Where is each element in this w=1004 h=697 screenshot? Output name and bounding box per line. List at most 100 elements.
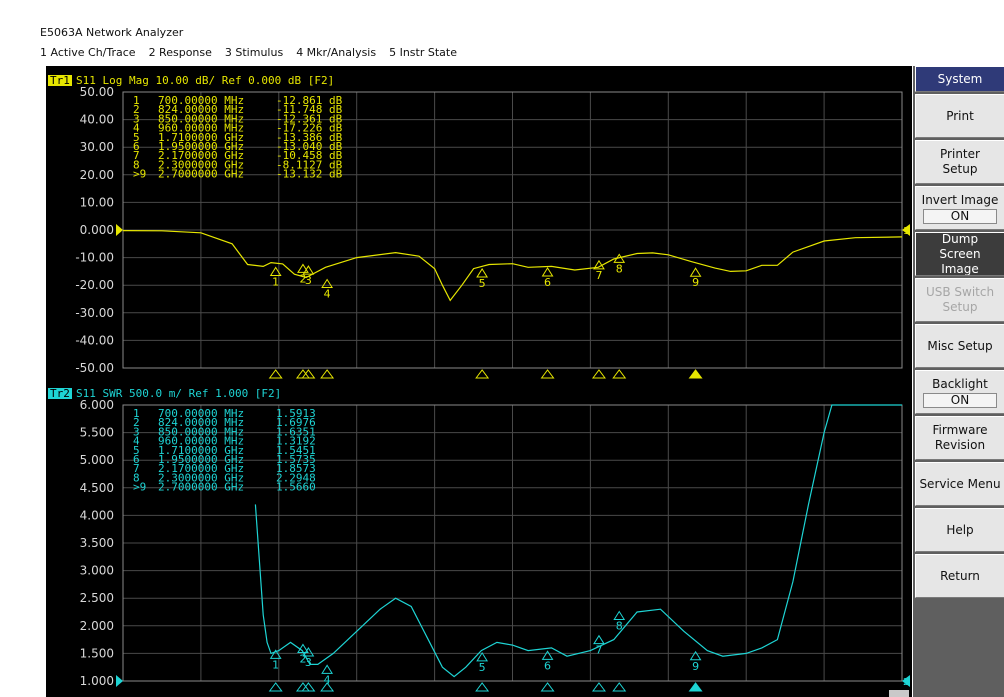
marker-position-indicator [268,682,283,692]
trace-marker-label: 1 [272,275,279,288]
reference-level-arrow [116,224,123,236]
softkey-service-menu[interactable]: Service Menu [915,462,1004,506]
trace-marker-label: 6 [544,659,551,672]
menu-bar: 1 Active Ch/Trace 2 Response 3 Stimulus … [40,46,470,62]
trace-marker [613,610,626,621]
softkey-label: Printer Setup [940,147,980,176]
y-tick-label: -50.00 [75,361,114,375]
softkey-label: System [937,71,983,86]
trace-marker-label: 3 [305,656,312,669]
y-tick-label: -30.00 [75,306,114,320]
softkey-misc-setup[interactable]: Misc Setup [915,324,1004,368]
softkey-label: Misc Setup [927,338,993,353]
softkey-label: Firmware Revision [932,423,988,452]
marker-table-freq: 2.7000000 GHz [158,168,244,181]
menu-mkr-analysis[interactable]: 4 Mkr/Analysis [296,46,376,62]
trace-marker-label: 5 [479,277,486,290]
trace-tag: Tr2 [50,387,70,400]
softkey-usb-switch-setup[interactable]: USB Switch Setup [915,278,1004,322]
marker-position-indicator [612,369,627,379]
softkey-return[interactable]: Return [915,554,1004,598]
y-tick-label: 20.00 [80,168,114,182]
trace-tag: Tr1 [50,74,70,87]
menu-stimulus[interactable]: 3 Stimulus [225,46,283,62]
menu-active-ch-trace[interactable]: 1 Active Ch/Trace [40,46,136,62]
marker-position-indicator [540,682,555,692]
measurement-display[interactable]: Tr1 S11 Log Mag 10.00 dB/ Ref 0.000 dB [F… [46,66,912,697]
y-tick-label: 5.000 [80,453,114,467]
y-tick-label: 3.500 [80,536,114,550]
menu-instr-state[interactable]: 5 Instr State [389,46,457,62]
softkey-dump-screen-image[interactable]: Dump Screen Image [915,232,1004,276]
y-tick-label: 5.500 [80,426,114,440]
y-tick-label: -20.00 [75,278,114,292]
softkey-value: ON [923,208,997,224]
reference-marker-number: 1 [903,226,909,237]
softkey-label: Backlight [932,376,988,391]
softkey-label: Dump Screen Image [939,232,981,276]
softkey-backlight[interactable]: Backlight ON [915,370,1004,414]
trace-marker [321,664,334,674]
trace-marker [541,267,554,277]
trace-marker-label: 8 [616,620,623,633]
marker-position-indicator [475,682,490,692]
marker-table-index: >9 [133,168,146,181]
y-tick-label: -40.00 [75,333,114,347]
softkey-label: Invert Image [921,192,999,207]
y-tick-label: 1.000 [80,674,114,688]
y-tick-label: 10.00 [80,195,114,209]
menu-response[interactable]: 2 Response [149,46,212,62]
softkey-help[interactable]: Help [915,508,1004,552]
trace-marker-label: 5 [479,661,486,674]
trace-marker [541,650,554,660]
trace-marker-label: 7 [595,269,602,282]
softkey-panel: System Print Printer Setup Invert Image ON Du… [913,66,1004,697]
trace-marker-label: 6 [544,276,551,289]
trace-marker-label: 8 [616,262,623,275]
softkey-label: Help [946,522,974,537]
trace-marker-label: 1 [272,658,279,671]
y-tick-label: 2.000 [80,619,114,633]
softkey-print[interactable]: Print [915,94,1004,138]
trace-marker [593,634,605,645]
y-tick-label: 30.00 [80,140,114,154]
softkey-printer-setup[interactable]: Printer Setup [915,140,1004,184]
window-title: E5063A Network Analyzer [40,26,184,39]
marker-table-freq: 2.7000000 GHz [158,481,244,494]
softkey-label: USB Switch Setup [925,285,995,314]
marker-position-indicator [612,682,627,692]
trace-marker-label: 4 [324,673,331,686]
trace-marker-label: 9 [692,276,699,289]
softkey-system: System [915,66,1004,92]
y-tick-label: 6.000 [80,398,114,412]
trace-marker-label: 7 [595,644,602,657]
chart-canvas[interactable]: Tr1 S11 Log Mag 10.00 dB/ Ref 0.000 dB [F… [46,66,912,697]
y-tick-label: 4.500 [80,481,114,495]
y-tick-label: 40.00 [80,113,114,127]
trace-marker-label: 9 [692,660,699,673]
softkey-label: Print [946,108,974,123]
marker-position-indicator [688,369,703,379]
y-tick-label: 50.00 [80,85,114,99]
marker-position-indicator [591,369,606,379]
trace-marker-label: 3 [305,274,312,287]
marker-position-indicator [475,369,490,379]
reference-marker-number: 2 [903,677,909,688]
trace-marker [689,267,702,277]
marker-table-value: -13.132 dB [276,168,343,181]
marker-position-indicator [540,369,555,379]
y-tick-label: 2.500 [80,591,114,605]
softkey-label: Return [940,568,980,583]
softkey-firmware-revision[interactable]: Firmware Revision [915,416,1004,460]
marker-position-indicator [320,369,335,379]
softkey-value: ON [923,392,997,408]
softkey-label: Service Menu [919,476,1001,491]
softkey-invert-image[interactable]: Invert Image ON [915,186,1004,230]
trace-curve [254,404,902,678]
y-tick-label: 0.000 [80,223,114,237]
y-tick-label: -10.00 [75,251,114,265]
trace-marker-label: 4 [324,288,331,301]
y-tick-label: 4.000 [80,508,114,522]
marker-position-indicator [688,682,703,692]
trace-header: S11 Log Mag 10.00 dB/ Ref 0.000 dB [F2] [76,74,334,87]
